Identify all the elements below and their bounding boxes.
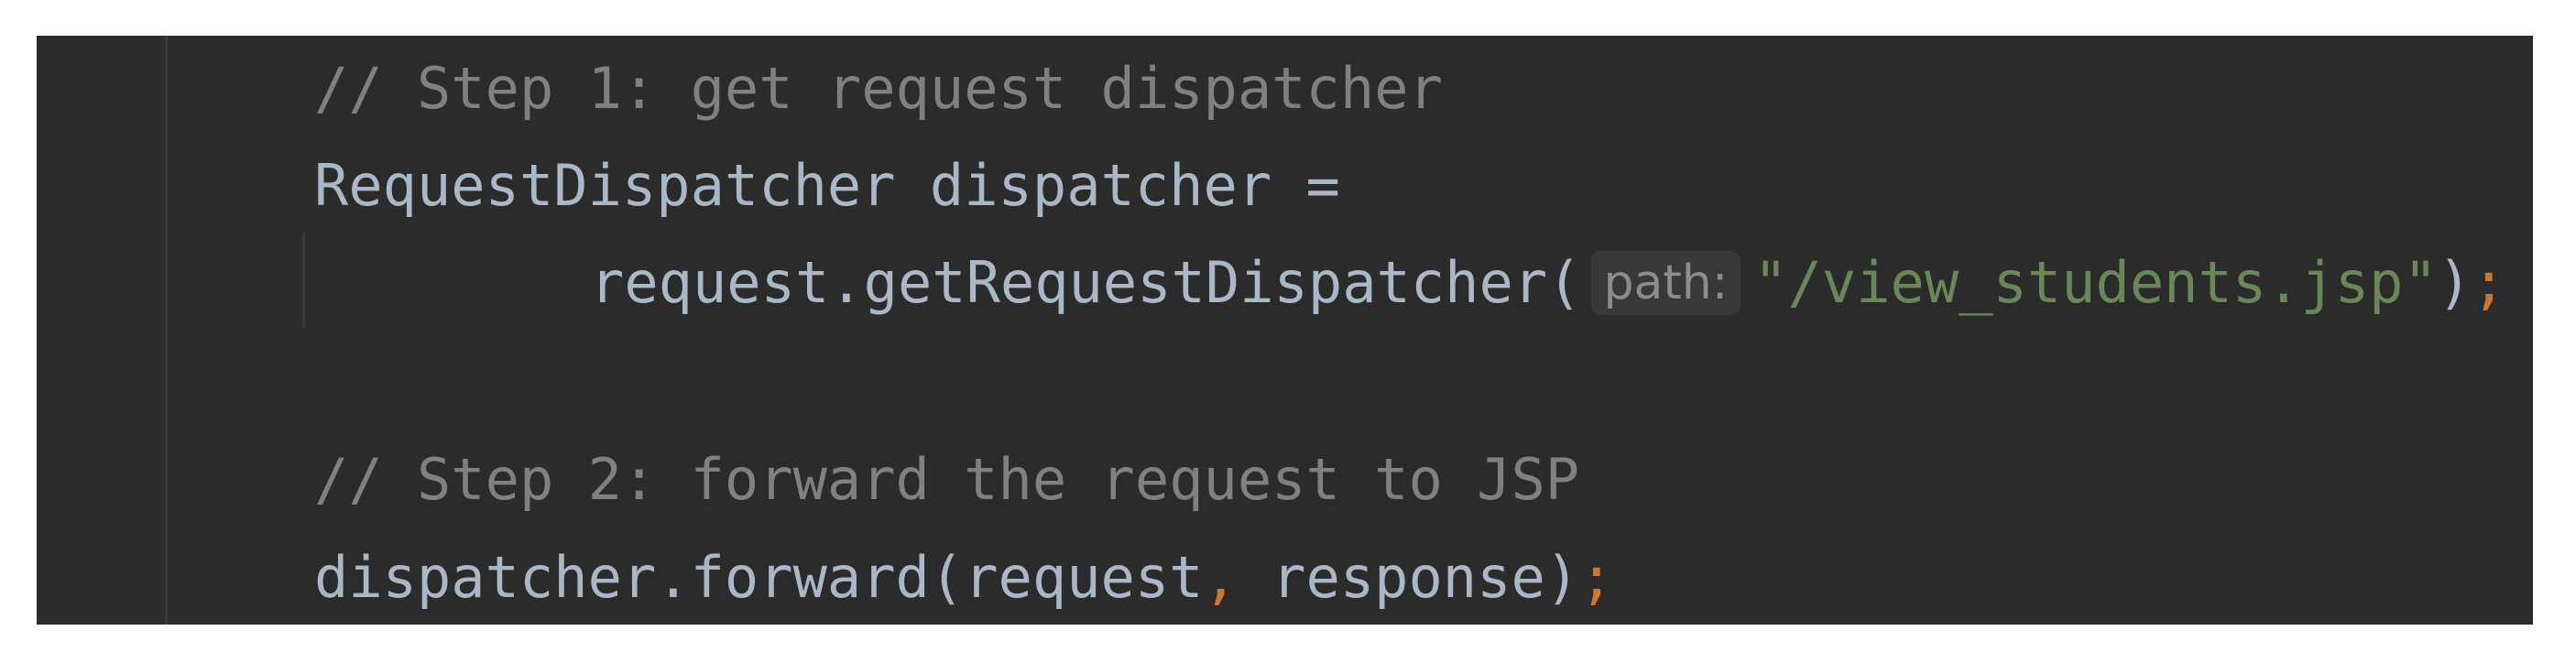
code-line-comment-step2[interactable]: // Step 2: forward the request to JSP bbox=[314, 443, 1579, 516]
comment-text: // Step 1: get request dispatcher bbox=[314, 55, 1443, 122]
method-argument: response) bbox=[1237, 544, 1580, 611]
semicolon: ; bbox=[2472, 249, 2506, 316]
code-line-forward-call[interactable]: dispatcher.forward(request, response); bbox=[314, 541, 1613, 614]
code-line-dispatcher-call[interactable]: request.getRequestDispatcher(path: "/view… bbox=[590, 246, 2505, 320]
method-call: dispatcher.forward(request bbox=[314, 544, 1204, 611]
code-line-comment-step1[interactable]: // Step 1: get request dispatcher bbox=[314, 52, 1443, 125]
closing-paren: ) bbox=[2437, 249, 2472, 316]
string-literal: "/view_students.jsp" bbox=[1753, 249, 2438, 316]
comment-text: // Step 2: forward the request to JSP bbox=[314, 446, 1580, 513]
comma: , bbox=[1203, 544, 1238, 611]
indent-guide bbox=[165, 36, 168, 625]
type-name: RequestDispatcher bbox=[314, 152, 896, 219]
parameter-hint: path: bbox=[1590, 251, 1741, 315]
method-call: request.getRequestDispatcher( bbox=[590, 249, 1582, 316]
code-editor[interactable]: // Step 1: get request dispatcher Reques… bbox=[37, 36, 2533, 625]
code-line-declaration[interactable]: RequestDispatcher dispatcher = bbox=[314, 149, 1340, 223]
variable-assignment: dispatcher = bbox=[895, 152, 1340, 219]
semicolon: ; bbox=[1579, 544, 1614, 611]
indent-guide bbox=[302, 233, 305, 328]
